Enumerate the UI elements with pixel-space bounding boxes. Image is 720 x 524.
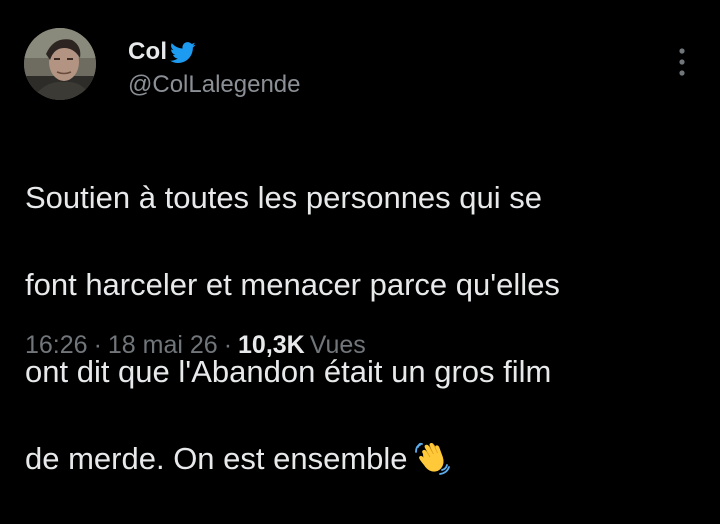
- display-name[interactable]: Col: [128, 38, 167, 66]
- twitter-bird-icon: [170, 42, 196, 64]
- tweet-text-line: Soutien à toutes les personnes qui se: [25, 179, 543, 215]
- tweet-text-last-line: de merde. On est ensemble: [25, 437, 705, 481]
- tweet-text: Soutien à toutes les personnes qui se fo…: [25, 132, 705, 524]
- author-name-row: Col: [128, 36, 196, 68]
- tweet-time[interactable]: 16:26: [25, 331, 88, 359]
- tweet-card[interactable]: Col @ColLalegende Soutien à toutes les p…: [0, 0, 720, 476]
- views-count[interactable]: 10,3K: [238, 331, 305, 359]
- meta-separator: ·: [223, 331, 233, 359]
- author-handle[interactable]: @ColLalegende: [128, 71, 301, 99]
- avatar[interactable]: [24, 28, 96, 100]
- waving-hand-icon: [414, 440, 450, 476]
- tweet-text-line: font harceler et menacer parce qu'elles: [25, 266, 560, 302]
- tweet-meta: 16:26 · 18 mai 26 · 10,3K Vues: [25, 331, 366, 360]
- more-vertical-icon: [679, 48, 685, 76]
- meta-separator: ·: [93, 331, 102, 359]
- more-options-button[interactable]: [664, 40, 700, 84]
- avatar-photo: [24, 28, 96, 100]
- tweet-text-line: de merde. On est ensemble: [25, 440, 408, 476]
- tweet-date[interactable]: 18 mai 26: [108, 331, 218, 359]
- views-label: Vues: [309, 331, 366, 359]
